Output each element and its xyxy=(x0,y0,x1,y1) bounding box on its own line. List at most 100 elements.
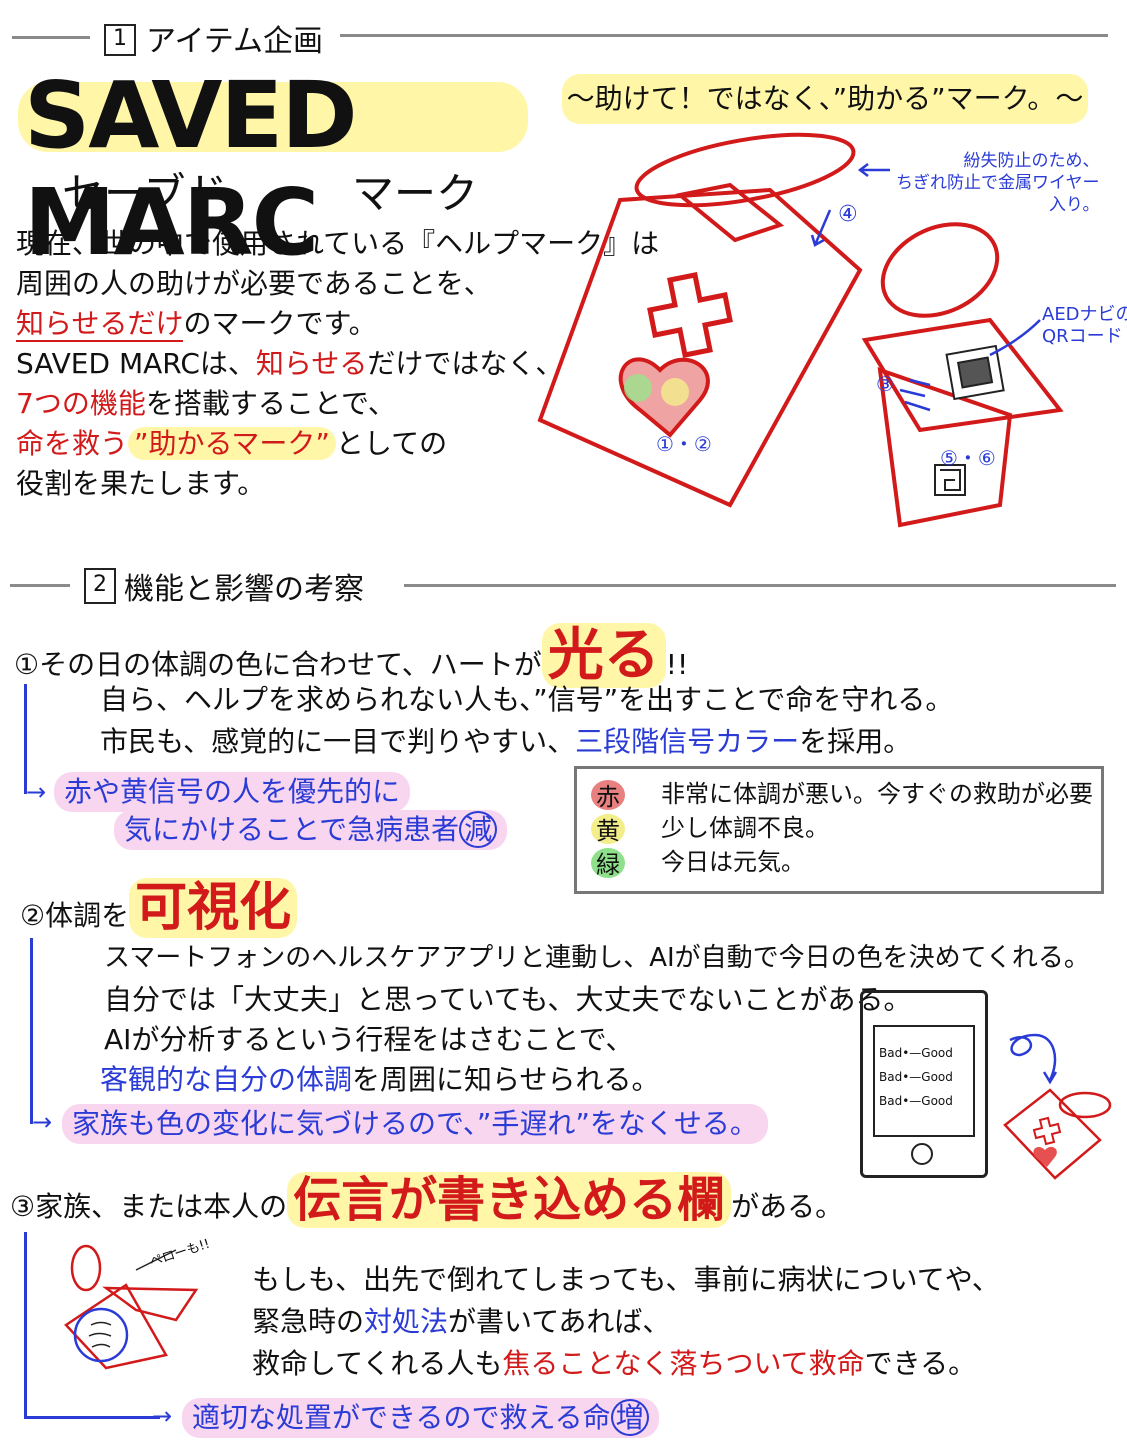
item2-line-4-b: を周囲に知らせられる。 xyxy=(352,1063,660,1096)
item3-emph-message-field: 伝言が書き込める欄 xyxy=(287,1172,732,1228)
item1-line-3: 市民も、感覚的に一目で判りやすい、三段階信号カラーを採用。 xyxy=(100,722,911,762)
item1-effect-2: 気にかけることで急病患者減 xyxy=(114,810,508,850)
item2-line-4: 客観的な自分の体調を周囲に知らせられる。 xyxy=(100,1060,659,1100)
phone-scale-row: Bad•—Good xyxy=(879,1089,953,1113)
scale-slider-line: •— xyxy=(902,1046,922,1060)
legend-color-dot: 緑 xyxy=(591,848,625,879)
item1-heading: ①その日の体調の色に合わせて、ハートが 光る!! xyxy=(14,623,689,688)
intro-emph-save-life: 命を救う xyxy=(16,427,129,460)
item1-line-3-a: 市民も、感覚的に一目で判りやすい、 xyxy=(100,725,576,758)
intro-emph-seven-functions: 7つの機能 xyxy=(16,387,146,420)
scale-bad-label: Bad xyxy=(879,1070,903,1084)
item3-line-2-a: 緊急時の xyxy=(252,1305,365,1338)
legend-row: 赤 非常に体調が悪い。今すぐの救助が必要 xyxy=(591,777,1093,811)
legend-row: 緑 今日は元気。 xyxy=(591,845,1093,879)
item2-lead: 体調を xyxy=(45,899,130,932)
qr-code-icon xyxy=(945,344,1005,401)
section2-title: 機能と影響の考察 xyxy=(124,572,364,607)
phone-home-button-icon xyxy=(911,1143,933,1165)
signal-color-legend: 赤 非常に体調が悪い。今すぐの救助が必要黄 少し体調不良。緑 今日は元気。 xyxy=(574,766,1104,894)
item3-effect-text: 適切な処置ができるので救える命 xyxy=(192,1401,611,1434)
item1-line-3-c: を採用。 xyxy=(799,725,912,758)
tag-heart-icon xyxy=(1033,1146,1057,1167)
scale-bad-label: Bad xyxy=(879,1094,903,1108)
item3-line-3: 救命してくれる人も焦ることなく落ちついて救命できる。 xyxy=(252,1344,976,1384)
phone-scale-row: Bad•—Good xyxy=(879,1041,953,1065)
legend-label: 緑 xyxy=(596,851,620,879)
item3-line-1: もしも、出先で倒れてしまっても、事前に病状についてや、 xyxy=(252,1263,1000,1296)
legend-label: 赤 xyxy=(596,783,620,811)
item1-emph-glow: 光る xyxy=(541,623,666,688)
legend-row: 黄 少し体調不良。 xyxy=(591,811,1093,845)
legend-description: 今日は元気。 xyxy=(661,848,805,876)
item1-lead: その日の体調の色に合わせて、ハートが xyxy=(39,648,542,681)
item1-arrow-icon: → xyxy=(26,778,47,806)
intro-line-6-c: としての xyxy=(335,427,448,460)
heart-icon xyxy=(618,357,710,438)
brand-kana-2: マーク xyxy=(352,169,479,218)
annotation-number-3: ③ xyxy=(876,372,894,396)
scale-good-label: Good xyxy=(921,1094,953,1108)
item1-effect-1: 赤や黄信号の人を優先的に xyxy=(54,772,411,812)
item2-heading: ②体調を 可視化 xyxy=(20,878,298,938)
item3-arrow-icon: → xyxy=(152,1402,173,1430)
annotation-number-5-6: ⑤・⑥ xyxy=(940,446,996,470)
item1-emph-signal-color: 三段階信号カラー xyxy=(575,725,800,758)
item3-emph-countermeasure: 対処法 xyxy=(364,1305,449,1338)
item2-effect: 家族も色の変化に気づけるので、”手遅れ”をなくせる。 xyxy=(62,1104,768,1144)
sync-arrow-icon xyxy=(1009,1033,1057,1081)
item3-effect: 適切な処置ができるので救える命増 xyxy=(182,1398,659,1438)
annotation-number-1-2: ①・② xyxy=(656,432,712,456)
legend-label: 黄 xyxy=(596,817,620,845)
item2-line-1: スマートフォンのヘルスケアアプリと連動し、AIが自動で今日の色を決めてくれる。 xyxy=(104,943,1090,973)
section1-rule-left xyxy=(12,36,90,39)
item1-effect-2-text: 気にかけることで急病患者 xyxy=(124,813,460,846)
tagline: 〜助けて！ではなく、”助かる”マーク。〜 xyxy=(562,74,1088,124)
legend-color-dot: 赤 xyxy=(591,780,625,811)
legend-description: 少し体調不良。 xyxy=(661,814,829,842)
scale-slider-line: •— xyxy=(902,1070,922,1084)
section2-rule-right xyxy=(404,584,1116,587)
item2-line-3: AIが分析するという行程をはさむことで、 xyxy=(104,1023,634,1056)
sync-tag-illustration xyxy=(1003,1033,1112,1180)
item3-tail: がある。 xyxy=(731,1190,844,1223)
item1-effect-decrease-mark: 減 xyxy=(459,811,498,848)
scale-bad-label: Bad xyxy=(879,1046,903,1060)
intro-emph-notify-only: 知らせるだけ xyxy=(16,307,184,342)
item2-arrow-icon: → xyxy=(32,1108,53,1136)
item3-line-2-c: が書いてあれば、 xyxy=(448,1305,671,1338)
item2-flow-line xyxy=(30,938,33,1124)
item3-flow-line-h xyxy=(24,1416,160,1419)
section1-title: アイテム企画 xyxy=(146,24,323,59)
item1-tail: !! xyxy=(665,648,689,681)
intro-line-5-b: を搭載することで、 xyxy=(145,387,396,420)
annotation-number-4: ④ xyxy=(838,202,858,227)
phone-screen: Bad•—Good Bad•—Good Bad•—Good xyxy=(873,1025,975,1137)
annotation-aed-qr: AEDナビの QRコード xyxy=(1042,304,1127,347)
section2-rule-left xyxy=(10,584,70,587)
intro-line-3-tail: のマークです。 xyxy=(183,307,377,340)
item1-line-2: 自ら、ヘルプを求められない人も、”信号”を出すことで命を守れる。 xyxy=(100,683,954,716)
intro-emph-notify: 知らせる xyxy=(255,347,368,380)
item3-line-2: 緊急時の対処法が書いてあれば、 xyxy=(252,1302,670,1342)
item3-line-3-c: できる。 xyxy=(864,1347,977,1380)
legend-color-dot: 黄 xyxy=(591,814,625,845)
scale-slider-line: •— xyxy=(902,1094,922,1108)
scale-good-label: Good xyxy=(921,1046,953,1060)
item3-marker: ③ xyxy=(10,1190,36,1223)
item3-effect-increase-mark: 増 xyxy=(610,1399,649,1436)
item2-emph-visualize: 可視化 xyxy=(129,878,298,938)
item3-line-3-a: 救命してくれる人も xyxy=(252,1347,503,1380)
brand-kana-1: セーブド xyxy=(62,169,228,218)
item3-heading: ③家族、または本人の 伝言が書き込める欄 がある。 xyxy=(10,1172,844,1228)
item3-flow-line xyxy=(24,1232,27,1418)
item1-marker: ① xyxy=(14,648,40,681)
intro-emph-saved-mark: ”助かるマーク” xyxy=(128,427,336,460)
smartphone-illustration: Bad•—Good Bad•—Good Bad•—Good xyxy=(860,990,988,1178)
legend-description: 非常に体調が悪い。今すぐの救助が必要 xyxy=(661,780,1093,808)
scale-good-label: Good xyxy=(921,1070,953,1084)
item2-emph-objective: 客観的な自分の体調 xyxy=(100,1063,353,1096)
section1-number: 1 xyxy=(104,24,136,56)
item3-emph-calm-rescue: 焦ることなく落ちついて救命 xyxy=(502,1347,865,1380)
phone-scale-row: Bad•—Good xyxy=(879,1065,953,1089)
